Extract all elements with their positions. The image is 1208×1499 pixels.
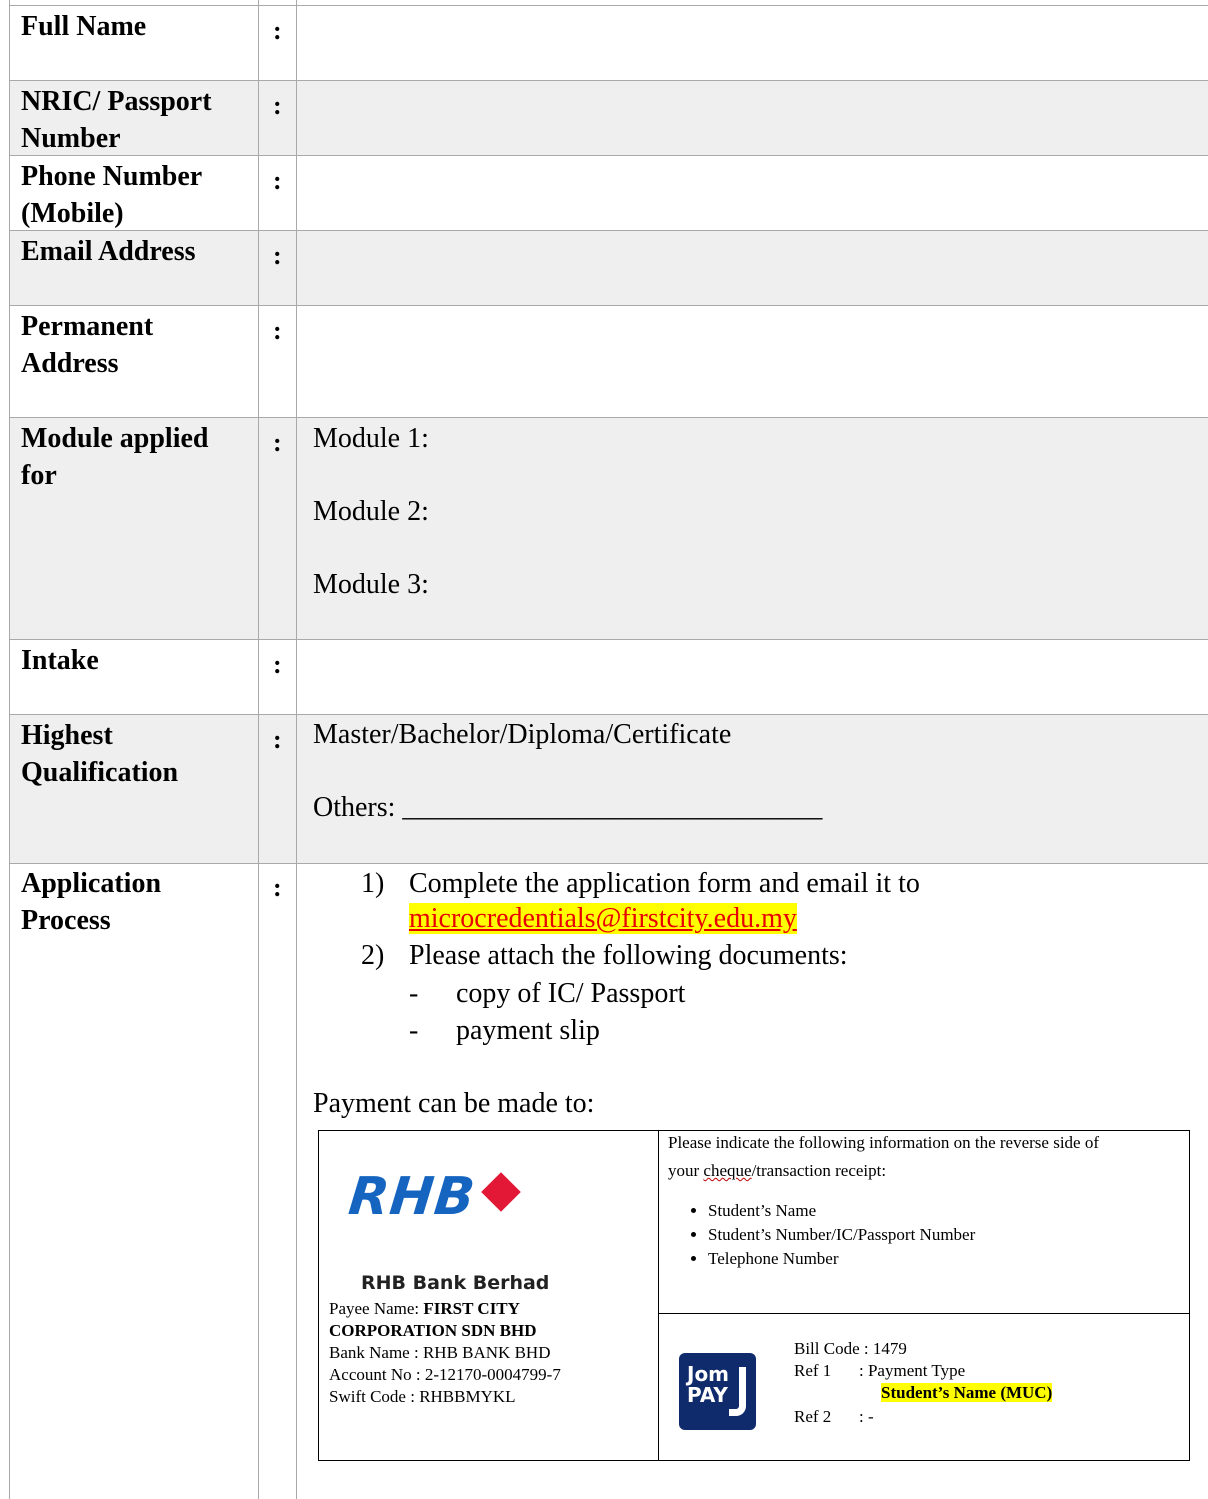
label-line: NRIC/ Passport [21, 86, 212, 117]
jompay-text: Jom [687, 1362, 730, 1386]
instruction-text: /transaction receipt: [751, 1161, 887, 1180]
instruction-line-2: your cheque/transaction receipt: [668, 1159, 886, 1183]
label-nric-passport: NRIC/ Passport Number [21, 83, 212, 157]
ref1-highlight: Student’s Name (MUC) [881, 1383, 1053, 1402]
label-line: Qualification [21, 757, 179, 788]
jompay-logo-icon: Jom PAY [679, 1353, 756, 1430]
label-module-applied: Module applied for [21, 420, 208, 494]
email-link[interactable]: microcredentials@firstcity.edu.my [409, 903, 797, 934]
colon: : [273, 428, 282, 457]
qualification-options[interactable]: Master/Bachelor/Diploma/Certificate [313, 716, 731, 753]
table-col-divider-1 [258, 0, 259, 1499]
row-divider [9, 863, 1208, 864]
doc-item-payment-slip: payment slip [456, 1015, 600, 1046]
label-line: Application [21, 868, 162, 899]
email-address-field[interactable] [297, 231, 1208, 305]
step-1-text: Complete the application form and email … [409, 868, 920, 899]
intake-field[interactable] [297, 640, 1208, 714]
label-line: for [21, 460, 57, 491]
rhb-logo: RHB RHB Bank Berhad [345, 1167, 550, 1294]
instruction-text: cheque [703, 1161, 752, 1180]
label-line: Highest [21, 720, 113, 751]
ref1-value: : Payment Type [859, 1361, 966, 1380]
colon: : [273, 91, 282, 120]
payment-box-divider [658, 1313, 1189, 1314]
module-2-field[interactable]: Module 2: [313, 493, 429, 530]
label-line: Phone Number [21, 161, 203, 192]
instruction-text: your [668, 1161, 704, 1180]
nric-passport-field[interactable] [297, 81, 1208, 155]
payment-intro: Payment can be made to: [313, 1088, 595, 1119]
payment-details-box: RHB RHB Bank Berhad Payee Name: FIRST CI… [318, 1130, 1190, 1461]
label-phone-number: Phone Number (Mobile) [21, 158, 202, 232]
jompay-text: PAY [687, 1383, 728, 1407]
label-line: Permanent [21, 311, 154, 342]
account-number: Account No : 2-12170-0004799-7 [329, 1365, 561, 1384]
qualification-others-field[interactable]: Others: ______________________________ [313, 789, 822, 826]
required-info-list: Student’s Name Student’s Number/IC/Passp… [668, 1199, 975, 1271]
bank-full-name: RHB Bank Berhad [361, 1272, 550, 1294]
row-divider [9, 714, 1208, 715]
list-item: Student’s Name [708, 1199, 975, 1223]
bill-code: Bill Code : 1479 [794, 1339, 907, 1358]
module-1-field[interactable]: Module 1: [313, 420, 429, 457]
label-line: Address [21, 348, 119, 379]
step-2-text: Please attach the following documents: [409, 940, 848, 971]
colon: : [273, 241, 282, 270]
step-2-number: 2) [361, 940, 385, 971]
colon: : [273, 725, 282, 754]
payment-box-divider [658, 1131, 659, 1460]
phone-number-field[interactable] [297, 156, 1208, 230]
colon: : [273, 650, 282, 679]
rhb-diamond-icon [481, 1172, 522, 1212]
ref2-label: Ref 2 [794, 1407, 832, 1426]
payee-name: Payee Name: FIRST CITY [329, 1297, 520, 1321]
colon: : [273, 873, 282, 902]
label-application-process: Application Process [21, 865, 161, 939]
list-item: Telephone Number [708, 1247, 975, 1271]
payee-value: FIRST CITY [423, 1299, 520, 1318]
colon: : [273, 16, 282, 45]
module-3-field[interactable]: Module 3: [313, 566, 429, 603]
list-item: Student’s Number/IC/Passport Number [708, 1223, 975, 1247]
label-full-name: Full Name [21, 11, 147, 42]
bank-name: Bank Name : RHB BANK BHD [329, 1343, 551, 1362]
doc-dash: - [409, 978, 419, 1009]
label-line: Number [21, 123, 121, 154]
step-1-number: 1) [361, 868, 385, 899]
ref2-value: : - [859, 1407, 874, 1426]
email-link-wrap: microcredentials@firstcity.edu.my [409, 900, 797, 937]
label-line: Module applied [21, 423, 209, 454]
swift-code: Swift Code : RHBBMYKL [329, 1387, 516, 1406]
label-intake: Intake [21, 645, 99, 676]
doc-item-ic-passport: copy of IC/ Passport [456, 978, 686, 1009]
label-email-address: Email Address [21, 236, 196, 267]
label-line: (Mobile) [21, 198, 124, 229]
doc-dash: - [409, 1015, 419, 1046]
payee-name-line2: CORPORATION SDN BHD [329, 1321, 537, 1340]
jompay-j-shape [729, 1367, 746, 1416]
ref1-label: Ref 1 [794, 1361, 832, 1380]
label-highest-qualification: Highest Qualification [21, 717, 178, 791]
permanent-address-field[interactable] [297, 306, 1208, 417]
colon: : [273, 166, 282, 195]
rhb-logo-text: RHB [345, 1167, 479, 1227]
colon: : [273, 316, 282, 345]
label-permanent-address: Permanent Address [21, 308, 153, 382]
ref1-highlight-wrap: Student’s Name (MUC) [881, 1381, 1053, 1405]
row-divider [9, 417, 1208, 418]
full-name-field[interactable] [297, 6, 1208, 80]
table-left-border [9, 0, 10, 1499]
label-line: Process [21, 905, 111, 936]
instruction-line-1: Please indicate the following informatio… [668, 1133, 1100, 1152]
payee-label: Payee Name: [329, 1299, 420, 1318]
